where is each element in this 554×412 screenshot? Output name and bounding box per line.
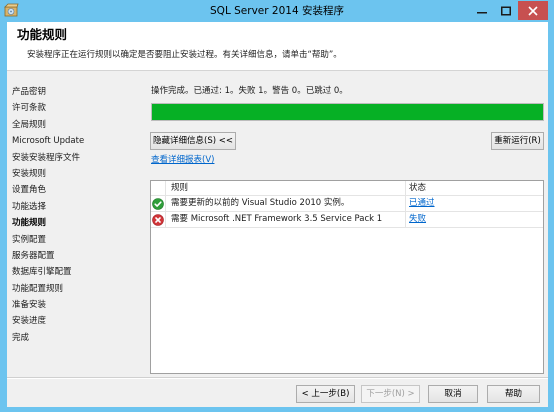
step-complete: 完成 <box>12 332 30 343</box>
cancel-button[interactable]: 取消 <box>428 385 478 403</box>
close-icon <box>528 5 538 16</box>
step-install-rules: 安装规则 <box>12 168 47 179</box>
step-install-setup-files: 安装安装程序文件 <box>12 152 81 163</box>
step-ready-to-install: 准备安装 <box>12 300 47 311</box>
rules-table: 规则 状态 需要更新的以前的 Visual Studio 2010 实例。 已通… <box>150 180 544 374</box>
footer-divider <box>7 377 548 379</box>
step-feature-configuration-rules: 功能配置规则 <box>12 283 64 294</box>
progress-fill <box>152 104 543 120</box>
next-button[interactable]: 下一步(N) > <box>361 385 420 403</box>
close-button[interactable] <box>518 1 548 20</box>
rules-table-header: 规则 状态 <box>151 181 543 196</box>
view-detailed-report-link[interactable]: 查看详细报表(V) <box>151 154 214 166</box>
minimize-icon <box>477 6 487 16</box>
rerun-button[interactable]: 重新运行(R) <box>491 132 544 150</box>
step-installation-progress: 安装进度 <box>12 316 47 327</box>
rule-status-cell: 失败 <box>406 212 543 228</box>
step-microsoft-update: Microsoft Update <box>12 136 85 147</box>
step-server-configuration: 服务器配置 <box>12 250 55 261</box>
page-title: 功能规则 <box>17 27 68 42</box>
status-column-header: 状态 <box>406 181 543 196</box>
rule-status-link[interactable]: 已通过 <box>409 198 435 208</box>
failed-x-icon <box>152 213 164 226</box>
rule-status-link[interactable]: 失败 <box>409 214 426 224</box>
operation-status-text: 操作完成。已通过: 1。失败 1。警告 0。已跳过 0。 <box>151 86 348 96</box>
rule-name: 需要 Microsoft .NET Framework 3.5 Service … <box>166 212 406 228</box>
maximize-icon <box>501 6 511 15</box>
maximize-button[interactable] <box>494 1 518 20</box>
step-license-terms: 许可条款 <box>12 103 47 114</box>
rule-column-header: 规则 <box>166 181 406 196</box>
passed-check-icon <box>152 197 164 210</box>
step-product-key: 产品密钥 <box>12 87 47 97</box>
back-button[interactable]: < 上一步(B) <box>296 385 355 403</box>
step-instance-configuration: 实例配置 <box>12 234 47 245</box>
help-button[interactable]: 帮助 <box>487 385 540 403</box>
hide-details-button[interactable]: 隐藏详细信息(S) << <box>150 132 236 150</box>
rule-result-icon-cell <box>151 196 166 212</box>
step-feature-selection: 功能选择 <box>12 201 47 212</box>
step-setup-role: 设置角色 <box>12 185 47 196</box>
step-feature-rules: 功能规则 <box>12 218 47 229</box>
step-database-engine-configuration: 数据库引擎配置 <box>12 267 72 278</box>
window-title: SQL Server 2014 安装程序 <box>210 5 344 17</box>
step-global-rules: 全局规则 <box>12 119 47 130</box>
sql-setup-icon[interactable] <box>4 3 19 18</box>
progress-bar <box>151 103 544 121</box>
table-row[interactable]: 需要更新的以前的 Visual Studio 2010 实例。 已通过 <box>151 196 543 212</box>
minimize-button[interactable] <box>470 1 494 20</box>
page-header: 功能规则 安装程序正在运行规则以确定是否要阻止安装过程。有关详细信息，请单击“帮… <box>7 22 548 71</box>
rule-status-cell: 已通过 <box>406 196 543 212</box>
rule-name: 需要更新的以前的 Visual Studio 2010 实例。 <box>166 196 406 212</box>
icon-column-header <box>151 181 166 196</box>
rule-result-icon-cell <box>151 212 166 228</box>
title-bar[interactable]: SQL Server 2014 安装程序 <box>0 0 554 22</box>
page-description: 安装程序正在运行规则以确定是否要阻止安装过程。有关详细信息，请单击“帮助”。 <box>27 50 342 60</box>
wizard-steps-nav: 产品密钥 许可条款 全局规则 Microsoft Update 安装安装程序文件… <box>12 84 138 346</box>
table-row[interactable]: 需要 Microsoft .NET Framework 3.5 Service … <box>151 212 543 228</box>
